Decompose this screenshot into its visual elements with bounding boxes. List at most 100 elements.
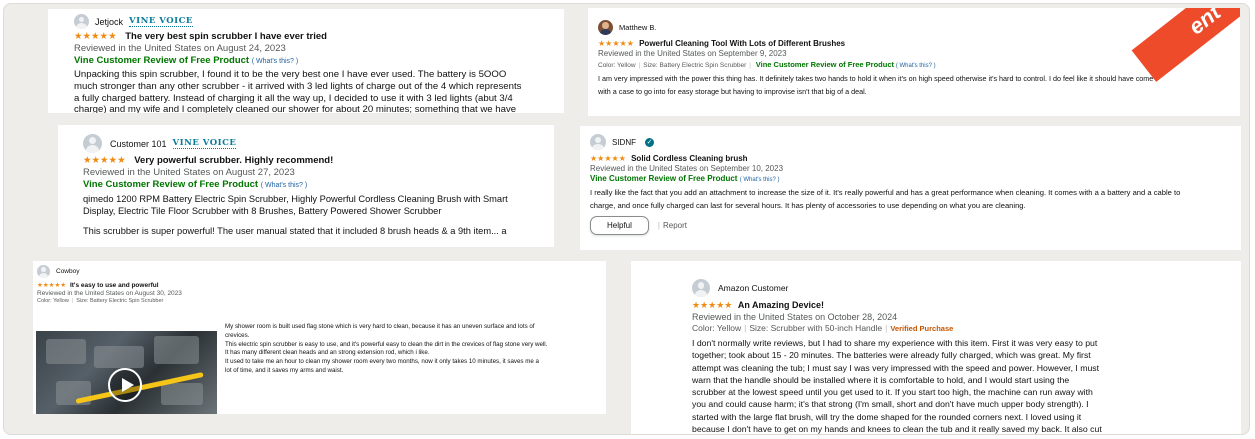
- whats-this-link[interactable]: ( What's this? ): [261, 182, 307, 189]
- verified-check-icon: ✓: [645, 137, 654, 147]
- review-card-customer101: Customer 101 VINE VOICE ★★★★★ Very power…: [58, 125, 554, 247]
- body-line: This electric spin scrubber is easy to u…: [225, 340, 548, 348]
- body-line: Display, Electric Tile Floor Scrubber wi…: [83, 206, 442, 216]
- review-body: This scrubber is super powerful! The use…: [83, 226, 507, 236]
- author-name: Jetjock: [95, 16, 124, 27]
- avatar-icon: [590, 134, 606, 150]
- variant-size: Size: Scrubber with 50-inch Handle: [749, 323, 883, 333]
- review-card-cowboy: Cowboy ★★★★★ It's easy to use and powerf…: [33, 261, 606, 414]
- stone-tile: [154, 336, 199, 364]
- rating-stars-icon: ★★★★★: [590, 154, 626, 163]
- vine-voice-badge: VINE VOICE: [129, 16, 193, 27]
- stone-tile: [46, 339, 86, 364]
- avatar-icon: [37, 265, 50, 278]
- review-body: I really like the fact that you add an a…: [590, 186, 1241, 212]
- review-title[interactable]: Very powerful scrubber. Highly recommend…: [134, 155, 333, 166]
- rating-stars-icon: ★★★★★: [692, 300, 733, 310]
- body-line: attempt was cleaning the tub; I must say…: [692, 362, 1100, 373]
- review-title[interactable]: The very best spin scrubber I have ever …: [125, 31, 327, 42]
- play-icon[interactable]: [108, 368, 142, 402]
- body-line: I don't normally write reviews, but I ha…: [692, 338, 1098, 348]
- review-date: Reviewed in the United States on Septemb…: [590, 164, 784, 173]
- review-title[interactable]: An Amazing Device!: [738, 300, 824, 310]
- vine-program-label: Vine Customer Review of Free Product: [755, 60, 894, 69]
- review-date: Reviewed in the United States on August …: [37, 290, 182, 297]
- author-name: Matthew B.: [619, 23, 657, 32]
- review-body: Unpacking this spin scrubber, I found it…: [74, 69, 564, 113]
- review-date: Reviewed in the United States on October…: [692, 312, 898, 322]
- vine-program-label: Vine Customer Review of Free Product: [590, 174, 738, 183]
- review-date: Reviewed in the United States on August …: [74, 43, 286, 54]
- review-header: Customer 101 VINE VOICE: [83, 134, 554, 153]
- rating-stars-icon: ★★★★★: [37, 282, 67, 289]
- review-card-jetjock: Jetjock VINE VOICE ★★★★★ The very best s…: [48, 9, 564, 113]
- whats-this-link[interactable]: ( What's this? ): [896, 63, 936, 69]
- body-line: My shower room is built used flag stone …: [225, 323, 535, 330]
- review-card-sidnf: SIDNF ✓ ★★★★★ Solid Cordless Cleaning bru…: [580, 126, 1241, 250]
- vine-program-label: Vine Customer Review of Free Product: [83, 179, 259, 190]
- author-name: Amazon Customer: [718, 283, 789, 293]
- body-line: much stronger than any other scrubber - …: [74, 80, 522, 92]
- review-title[interactable]: Solid Cordless Cleaning brush: [631, 154, 747, 163]
- separator: |: [749, 62, 751, 69]
- rating-stars-icon: ★★★★★: [598, 39, 634, 48]
- review-video-thumbnail[interactable]: [36, 331, 217, 414]
- body-line: charge) and my wife and I completely cle…: [74, 104, 517, 113]
- review-header: Jetjock VINE VOICE: [74, 14, 564, 29]
- stone-tile: [94, 346, 144, 368]
- variant-size: Size: Battery Electric Spin Scrubber: [76, 298, 164, 304]
- body-line: crevices.: [225, 331, 250, 339]
- review-header: Cowboy: [37, 265, 182, 278]
- rating-stars-icon: ★★★★★: [83, 155, 126, 166]
- avatar-icon: [74, 14, 89, 29]
- vine-voice-badge: VINE VOICE: [172, 138, 237, 149]
- helpful-button[interactable]: Helpful: [590, 216, 649, 235]
- review-card-amazon-customer: Amazon Customer ★★★★★ An Amazing Device!…: [631, 261, 1241, 435]
- review-body: I don't normally write reviews, but I ha…: [692, 337, 1241, 435]
- whats-this-link[interactable]: ( What's this? ): [740, 177, 780, 183]
- variant-color: Color: Yellow: [37, 298, 69, 304]
- body-line: warn that the handle should be installed…: [692, 374, 1070, 385]
- body-line: It has many different clean heads and an…: [225, 349, 430, 357]
- rating-stars-icon: ★★★★★: [74, 31, 117, 42]
- whats-this-link[interactable]: ( What's this? ): [252, 58, 298, 65]
- variant-color: Color: Yellow: [692, 323, 742, 333]
- body-line: a fully charged battery. Instead of char…: [74, 92, 513, 104]
- body-line: I really like the fact that you add an a…: [590, 188, 1181, 197]
- verified-purchase-badge: Verified Purchase: [890, 324, 954, 333]
- body-line: qimedo 1200 RPM Battery Electric Spin Sc…: [83, 194, 508, 204]
- stone-tile: [161, 383, 203, 405]
- review-product: qimedo 1200 RPM Battery Electric Spin Sc…: [83, 193, 554, 217]
- variant-color: Color: Yellow: [598, 62, 636, 69]
- review-body: I am very impressed with the power this …: [598, 72, 1240, 98]
- body-line: started with the large flat brush, will …: [692, 411, 1082, 422]
- review-title[interactable]: It's easy to use and powerful: [70, 282, 159, 289]
- avatar-icon: [83, 134, 102, 153]
- body-line: because I don't have to get on my hands …: [692, 424, 1102, 435]
- collage-frame: Jetjock VINE VOICE ★★★★★ The very best s…: [3, 3, 1250, 435]
- review-header: Matthew B.: [598, 20, 1240, 35]
- review-header: Amazon Customer: [692, 279, 1241, 297]
- review-date: Reviewed in the United States on August …: [83, 167, 295, 178]
- body-line: I am very impressed with the power this …: [598, 74, 1154, 83]
- body-line: you and could cause harm; it's that stro…: [692, 399, 1089, 410]
- body-line: It used to take me an hour to clean my s…: [225, 358, 539, 366]
- body-line: together; took about 15 - 20 minutes. Th…: [692, 350, 1091, 361]
- author-name: Customer 101: [110, 138, 167, 149]
- review-body: My shower room is built used flag stone …: [225, 323, 547, 376]
- body-line: scrubber at the lowest speed until you g…: [692, 387, 1093, 398]
- banner-text: ent: [1183, 8, 1226, 40]
- author-name: SIDNF: [612, 137, 636, 147]
- vine-program-label: Vine Customer Review of Free Product: [74, 55, 250, 66]
- review-title[interactable]: Powerful Cleaning Tool With Lots of Diff…: [639, 39, 845, 48]
- avatar-icon: [692, 279, 710, 297]
- author-name: Cowboy: [56, 268, 80, 275]
- separator: |: [657, 221, 660, 230]
- body-line: charge, and once fully charged can last …: [590, 201, 1026, 210]
- body-line: lot of time, and it saves my arms and wa…: [225, 366, 344, 374]
- body-line: with a case to go into for easy storage …: [598, 87, 867, 96]
- body-line: Unpacking this spin scrubber, I found it…: [74, 69, 507, 80]
- report-link[interactable]: Report: [663, 221, 687, 230]
- variant-size: Size: Battery Electric Spin Scrubber: [643, 62, 747, 69]
- review-card-matthew: Matthew B. ★★★★★ Powerful Cleaning Tool …: [588, 8, 1240, 116]
